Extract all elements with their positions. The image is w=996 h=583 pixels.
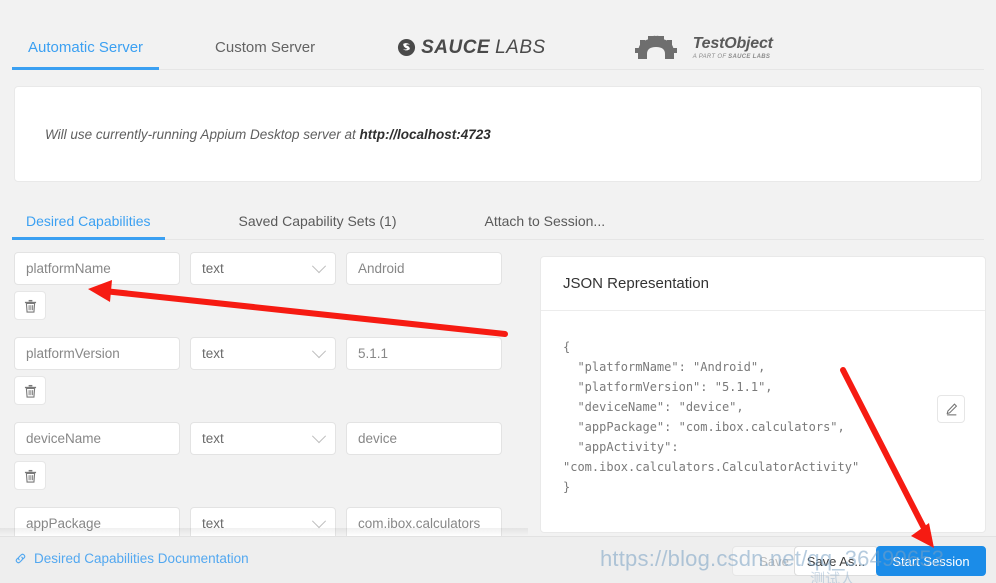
trash-icon (24, 299, 36, 313)
server-url: http://localhost:4723 (359, 127, 491, 142)
capabilities-tabbar: Desired Capabilities Saved Capability Se… (12, 203, 984, 240)
capability-delete-button[interactable] (14, 291, 46, 320)
trash-icon (24, 469, 36, 483)
chevron-down-icon (311, 513, 327, 528)
tab-custom-server[interactable]: Custom Server (199, 26, 331, 69)
tab-desired-capabilities[interactable]: Desired Capabilities (12, 203, 165, 240)
tab-saved-capability-sets[interactable]: Saved Capability Sets (1) (225, 203, 411, 239)
footer-bar: Desired Capabilities Documentation Save … (0, 536, 996, 583)
tab-sauce-labs[interactable]: SAUCE LABS (379, 37, 564, 59)
capability-row: deviceName text device (0, 422, 520, 490)
server-tabbar: Automatic Server Custom Server SAUCE LABS (12, 26, 984, 70)
tab-custom-server-label: Custom Server (215, 39, 316, 56)
link-icon (15, 553, 26, 564)
capability-row: platformName text Android (0, 252, 520, 320)
test-object-main-text: TestObject (692, 34, 773, 52)
capability-value-input[interactable]: com.ibox.calculators (346, 507, 502, 536)
json-code-text: { "platformName": "Android", "platformVe… (563, 340, 860, 494)
start-session-button[interactable]: Start Session (876, 546, 986, 576)
capability-name-input[interactable]: platformVersion (14, 337, 180, 370)
json-panel-body: { "platformName": "Android", "platformVe… (541, 311, 985, 497)
tab-automatic-server-label: Automatic Server (28, 39, 144, 56)
json-representation-panel: JSON Representation { "platformName": "A… (540, 256, 986, 533)
capability-value-text: 5.1.1 (358, 346, 389, 361)
save-as-button[interactable]: Save As... (794, 546, 878, 576)
capability-name-value: appPackage (26, 516, 102, 531)
capability-row: appPackage text com.ibox.calculators (0, 507, 520, 536)
capability-name-value: deviceName (26, 431, 102, 446)
capability-type-value: text (202, 261, 224, 276)
capability-type-select[interactable]: text (190, 507, 336, 536)
json-panel-title: JSON Representation (541, 257, 985, 311)
save-as-button-label: Save As... (806, 553, 866, 569)
capability-type-value: text (202, 346, 224, 361)
capability-value-input[interactable]: 5.1.1 (346, 337, 502, 370)
tab-desired-capabilities-label: Desired Capabilities (26, 213, 151, 229)
capability-name-input[interactable]: platformName (14, 252, 180, 285)
capability-value-text: device (358, 431, 398, 446)
capabilities-editor[interactable]: platformName text Android platformVersio… (0, 252, 520, 536)
capability-type-select[interactable]: text (190, 422, 336, 455)
server-info-prefix: Will use currently-running Appium Deskto… (45, 127, 360, 142)
capability-value-text: Android (358, 261, 405, 276)
sauce-labs-bold-text: SAUCE (421, 36, 491, 58)
tab-attach-to-session[interactable]: Attach to Session... (470, 203, 619, 239)
test-object-gear-icon (634, 35, 677, 59)
capability-delete-button[interactable] (14, 461, 46, 490)
chevron-down-icon (311, 428, 327, 443)
save-button-label: Save (759, 553, 789, 569)
appium-desired-capabilities-screen: Automatic Server Custom Server SAUCE LABS (0, 0, 996, 583)
capability-type-select[interactable]: text (190, 337, 336, 370)
pencil-icon (946, 402, 957, 415)
capability-type-select[interactable]: text (190, 252, 336, 285)
tab-attach-to-session-label: Attach to Session... (484, 213, 606, 229)
test-object-sub-text: A PART OF SAUCE LABS (692, 53, 771, 60)
capability-type-value: text (202, 516, 224, 531)
tab-saved-capability-sets-label: Saved Capability Sets (1) (238, 213, 397, 229)
start-session-button-label: Start Session (892, 553, 970, 569)
capability-name-value: platformVersion (26, 346, 120, 361)
documentation-link-label: Desired Capabilities Documentation (34, 551, 249, 566)
server-info-text: Will use currently-running Appium Deskto… (45, 127, 491, 142)
tab-test-object[interactable]: TestObject A PART OF SAUCE LABS (616, 35, 791, 61)
capability-value-input[interactable]: device (346, 422, 502, 455)
capability-type-value: text (202, 431, 224, 446)
json-edit-button[interactable] (937, 395, 965, 423)
server-info-card: Will use currently-running Appium Deskto… (14, 86, 982, 182)
capability-value-input[interactable]: Android (346, 252, 502, 285)
desired-capabilities-documentation-link[interactable]: Desired Capabilities Documentation (14, 551, 249, 566)
capability-delete-button[interactable] (14, 376, 46, 405)
capability-name-input[interactable]: deviceName (14, 422, 180, 455)
sauce-labs-light-text: LABS (495, 36, 546, 58)
test-object-logo: TestObject A PART OF SAUCE LABS (634, 35, 773, 61)
sauce-labs-mark-icon (398, 38, 416, 57)
trash-icon (24, 384, 36, 398)
tab-automatic-server[interactable]: Automatic Server (12, 26, 160, 70)
capability-name-input[interactable]: appPackage (14, 507, 180, 536)
sauce-labs-logo: SAUCE LABS (397, 37, 546, 59)
chevron-down-icon (311, 258, 327, 273)
capability-row: platformVersion text 5.1.1 (0, 337, 520, 405)
capability-name-value: platformName (26, 261, 111, 276)
capability-value-text: com.ibox.calculators (358, 516, 481, 531)
chevron-down-icon (311, 343, 327, 358)
